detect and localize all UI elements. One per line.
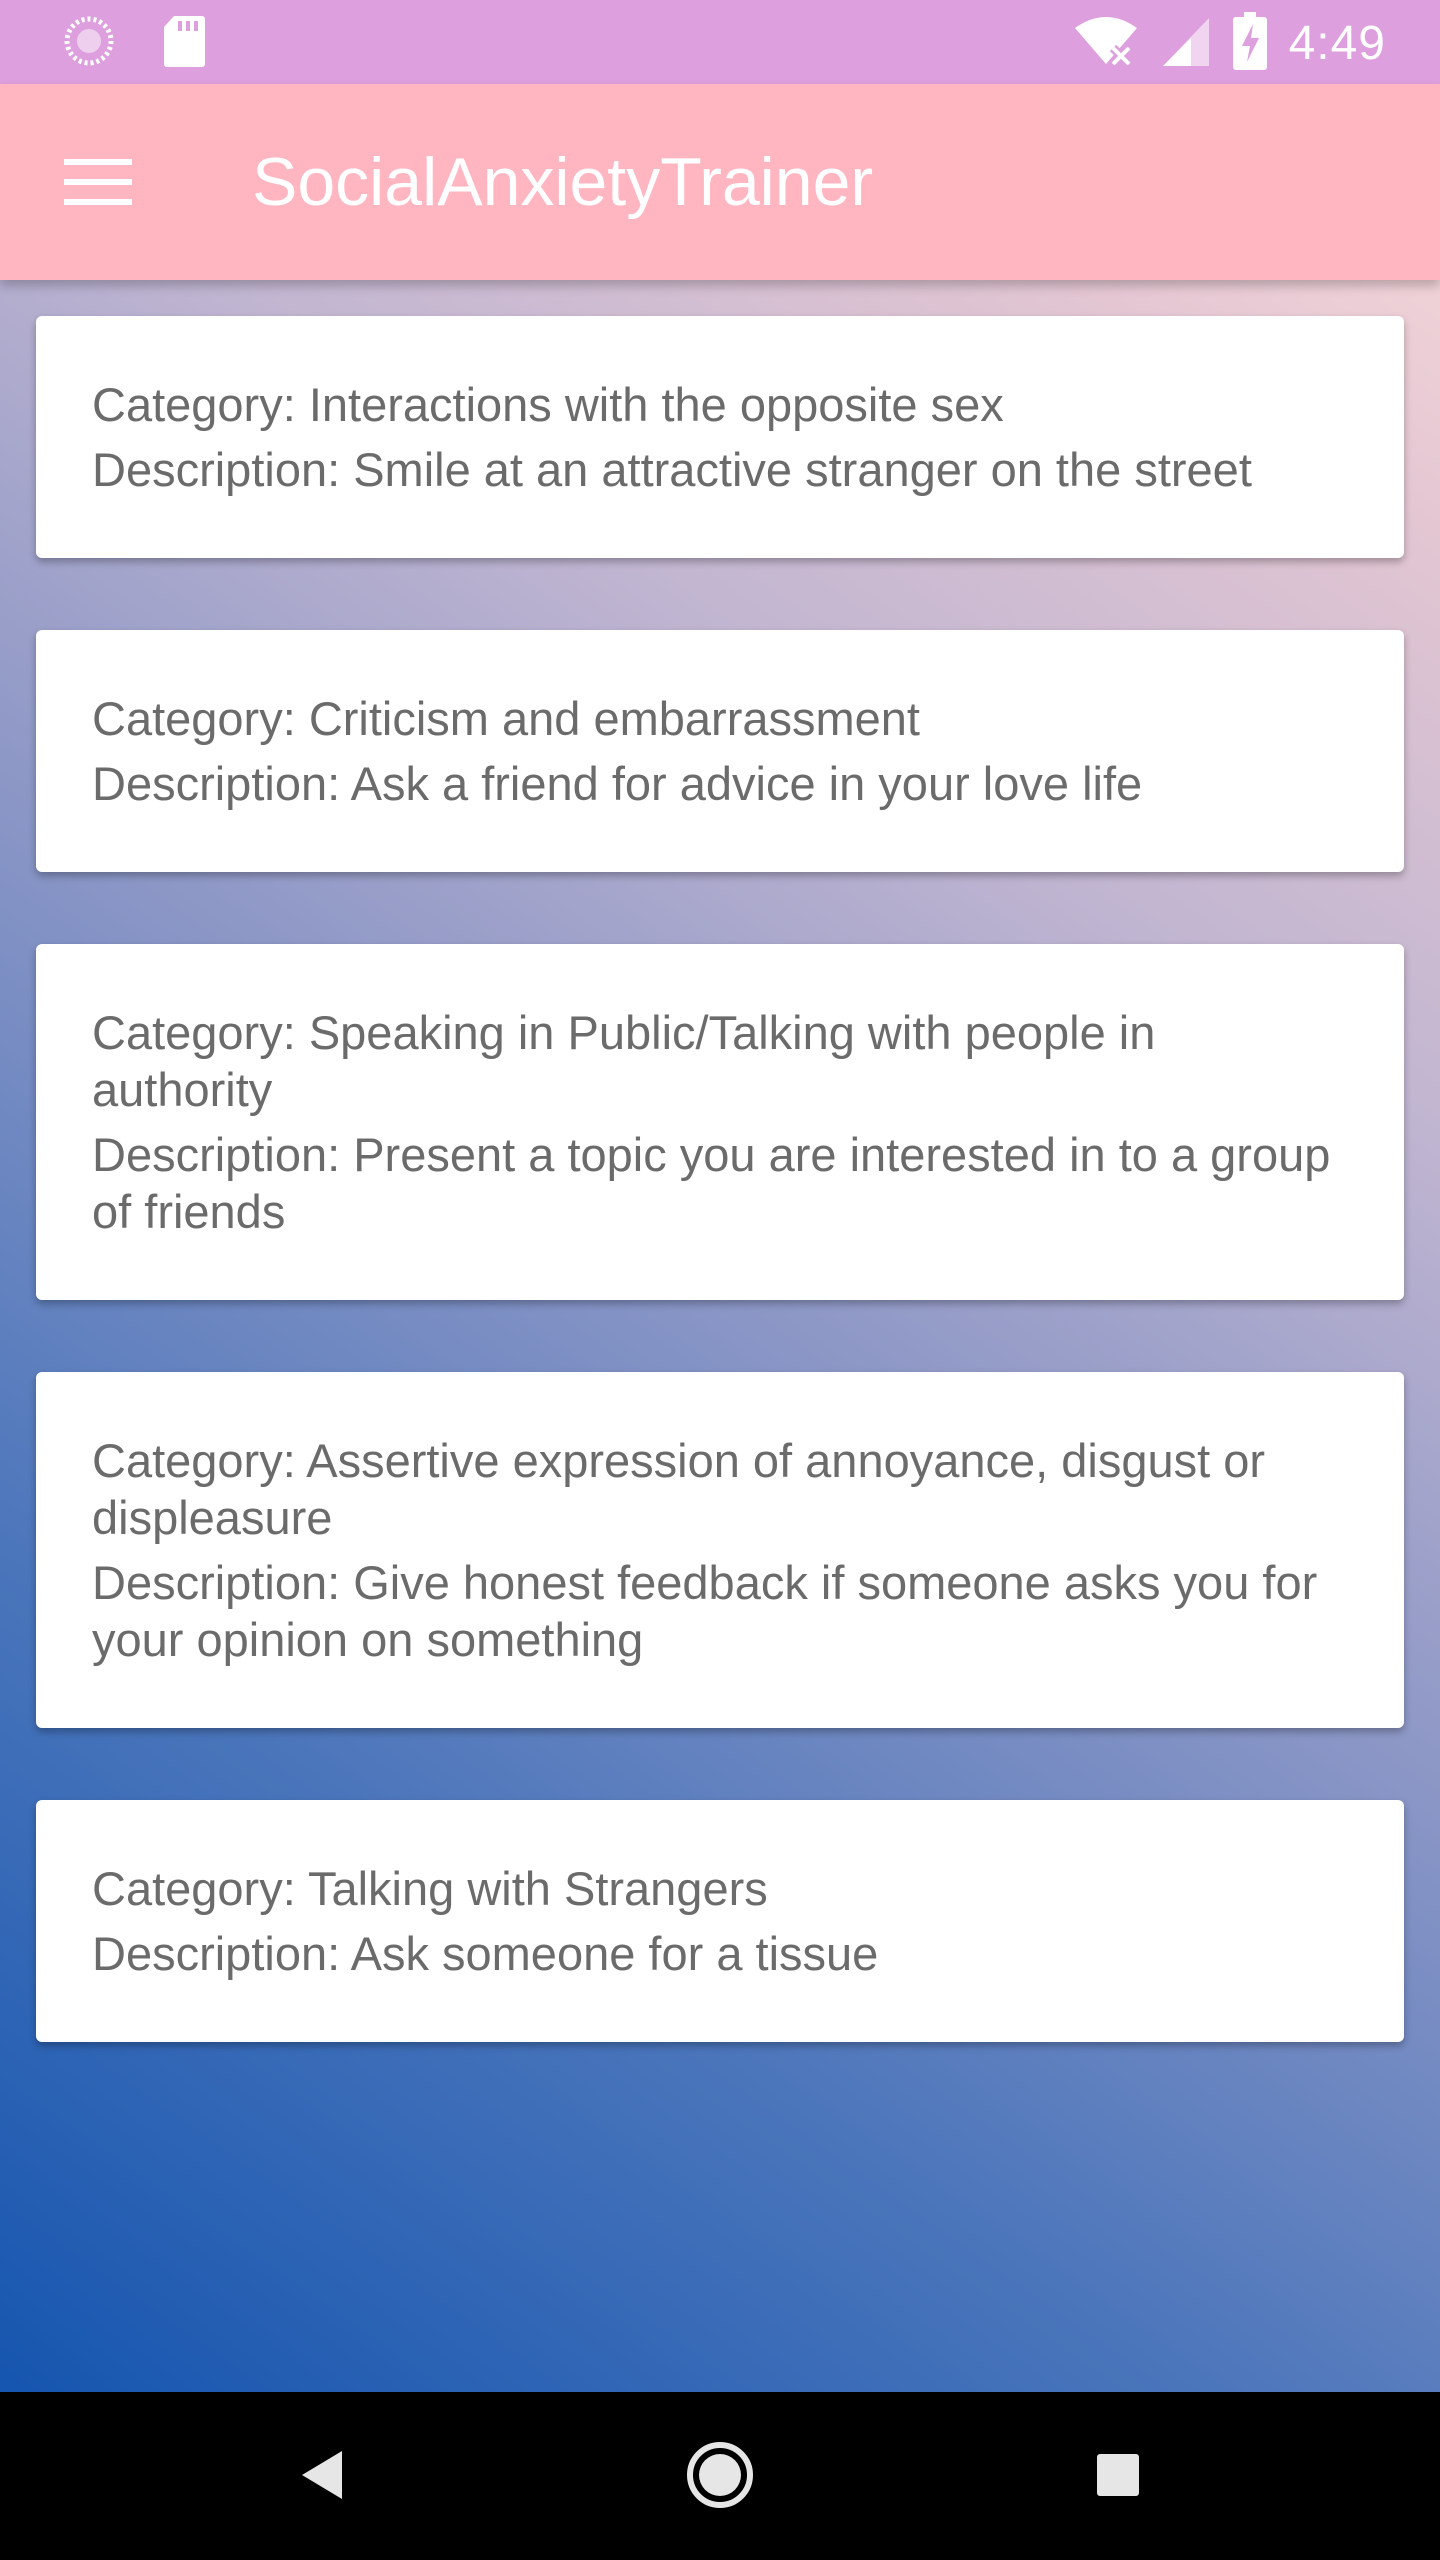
sd-card-icon [162, 14, 206, 73]
exercise-card[interactable]: Category: Assertive expression of annoya… [36, 1372, 1404, 1728]
navigation-bar [0, 2392, 1440, 2560]
home-icon [684, 2439, 756, 2516]
exercise-card[interactable]: Category: Talking with Strangers Descrip… [36, 1800, 1404, 2042]
recents-button[interactable] [1073, 2432, 1163, 2522]
card-description: Description: Ask a friend for advice in … [92, 757, 1143, 810]
loading-circle-icon [62, 14, 116, 73]
wifi-off-icon [1073, 14, 1139, 73]
card-category: Category: Criticism and embarrassment [92, 692, 920, 745]
exercise-card[interactable]: Category: Interactions with the opposite… [36, 316, 1404, 558]
hamburger-menu-icon [64, 157, 132, 212]
app-title: SocialAnxietyTrainer [252, 144, 874, 220]
card-description: Description: Smile at an attractive stra… [92, 443, 1252, 496]
card-description: Description: Ask someone for a tissue [92, 1927, 879, 1980]
app-bar: SocialAnxietyTrainer [0, 84, 1440, 280]
status-bar: 4:49 [0, 0, 1440, 84]
back-icon [296, 2447, 346, 2508]
battery-charging-icon [1232, 12, 1267, 75]
menu-button[interactable] [48, 144, 148, 224]
card-category: Category: Talking with Strangers [92, 1862, 768, 1915]
card-description: Description: Give honest feedback if som… [92, 1556, 1318, 1666]
status-time: 4:49 [1288, 17, 1386, 70]
card-category: Category: Speaking in Public/Talking wit… [92, 1006, 1156, 1116]
cell-signal-icon [1161, 14, 1211, 73]
recents-icon [1095, 2452, 1141, 2503]
exercise-card[interactable]: Category: Speaking in Public/Talking wit… [36, 944, 1404, 1300]
back-button[interactable] [276, 2432, 366, 2522]
home-button[interactable] [675, 2432, 765, 2522]
card-category: Category: Assertive expression of annoya… [92, 1434, 1266, 1544]
card-description: Description: Present a topic you are int… [92, 1128, 1331, 1238]
exercise-card[interactable]: Category: Criticism and embarrassment De… [36, 630, 1404, 872]
card-category: Category: Interactions with the opposite… [92, 378, 1004, 431]
